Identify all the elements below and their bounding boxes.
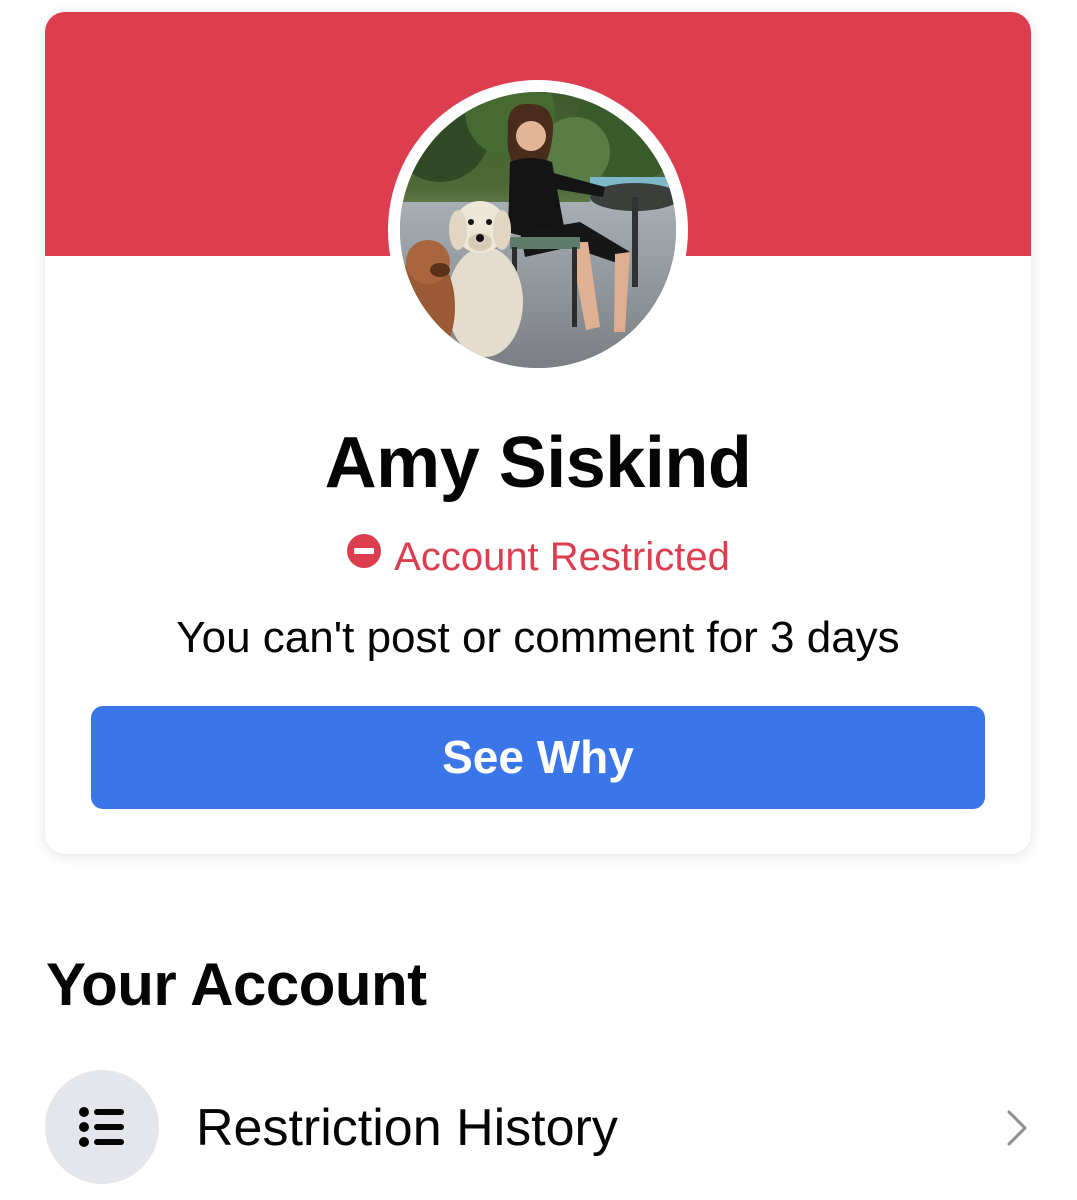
profile-name: Amy Siskind [324, 423, 752, 503]
list-icon-container [45, 1070, 159, 1184]
restriction-page: Amy Siskind Account Restricted You can't… [0, 0, 1077, 1200]
account-status-label: Account Restricted [394, 535, 730, 579]
profile-status-card: Amy Siskind Account Restricted You can't… [45, 12, 1031, 854]
avatar-ring [388, 80, 688, 380]
avatar[interactable] [400, 92, 676, 368]
restriction-history-label: Restriction History [196, 1099, 618, 1157]
your-account-heading: Your Account [46, 951, 427, 1018]
list-icon [79, 1107, 124, 1147]
restriction-history-item[interactable]: Restriction History [45, 1070, 1035, 1186]
account-status: Account Restricted [45, 534, 1031, 580]
stop-sign-icon [346, 533, 382, 579]
restriction-description: You can't post or comment for 3 days [176, 613, 900, 662]
chevron-right-icon [1005, 1108, 1029, 1153]
see-why-button[interactable]: See Why [91, 706, 985, 809]
avatar-photo [400, 92, 676, 368]
